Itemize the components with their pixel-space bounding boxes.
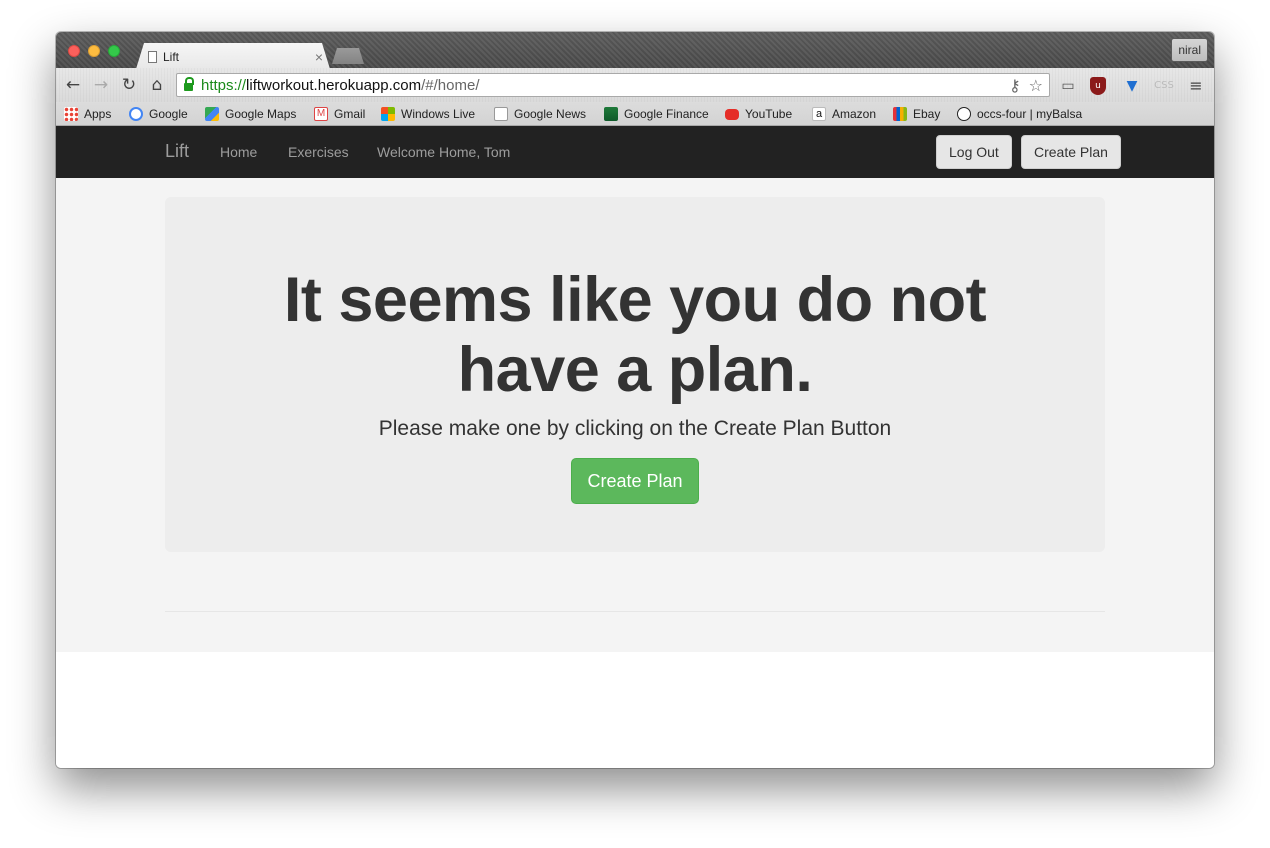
reload-icon[interactable]: ↻ [119, 75, 139, 95]
youtube-icon [725, 108, 739, 120]
page-footer-space [56, 652, 1214, 768]
bookmark-google-news[interactable]: Google News [494, 105, 586, 123]
zoom-window-button[interactable] [108, 45, 120, 57]
no-plan-headline: It seems like you do not have a plan. [283, 265, 987, 405]
url-path: /#/home/ [421, 76, 480, 94]
url-scheme: https:// [201, 76, 247, 94]
google-finance-icon [604, 107, 618, 121]
create-plan-nav-button[interactable]: Create Plan [1021, 135, 1121, 169]
home-icon[interactable]: ⌂ [147, 75, 167, 95]
google-news-icon [494, 107, 508, 121]
menu-icon[interactable]: ≡ [1186, 76, 1206, 96]
url-host: liftworkout.herokuapp.com [246, 76, 422, 94]
nav-link-home[interactable]: Home [220, 144, 257, 160]
smiley-icon [957, 107, 971, 121]
site-navbar: Lift Home Exercises Welcome Home, Tom Lo… [56, 126, 1214, 178]
bookmark-windows-live[interactable]: Windows Live [381, 105, 475, 123]
key-icon[interactable]: ⚷ [1009, 76, 1021, 95]
lock-icon [184, 77, 194, 91]
gmail-icon: M [314, 107, 328, 121]
divider [165, 611, 1105, 612]
bookmark-occs-four[interactable]: occs-four | myBalsa [957, 105, 1089, 123]
log-out-button[interactable]: Log Out [936, 135, 1012, 169]
new-tab-button[interactable] [332, 48, 364, 64]
bookmark-star-icon[interactable]: ☆ [1029, 76, 1043, 95]
close-window-button[interactable] [68, 45, 80, 57]
cast-icon[interactable]: ▭ [1058, 76, 1078, 96]
no-plan-subtext: Please make one by clicking on the Creat… [378, 417, 892, 440]
bookmark-amazon[interactable]: a Amazon [812, 105, 876, 123]
bookmark-youtube[interactable]: YouTube [725, 105, 792, 123]
tab-strip: Lift × niral [56, 32, 1214, 68]
browser-toolbar: ← → ↻ ⌂ https:// liftworkout.herokuapp.c… [56, 68, 1214, 102]
bookmark-gmail[interactable]: M Gmail [314, 105, 365, 123]
nav-link-welcome[interactable]: Welcome Home, Tom [377, 144, 510, 160]
ublock-icon[interactable]: u [1090, 77, 1106, 95]
tab-title: Lift [163, 50, 180, 64]
bookmark-google-maps[interactable]: Google Maps [205, 105, 296, 123]
jumbotron: It seems like you do not have a plan. Pl… [165, 197, 1105, 552]
back-arrow-icon[interactable]: ← [63, 75, 83, 95]
browser-tab-content[interactable]: Lift × [148, 46, 328, 68]
page-icon [148, 51, 157, 63]
google-maps-icon [205, 107, 219, 121]
css-extension-icon[interactable]: CSS [1154, 76, 1174, 96]
forward-arrow-icon[interactable]: → [91, 75, 111, 95]
bookmarks-bar: Apps Google Google Maps M Gmail Windows … [56, 102, 1214, 126]
browser-window: Lift × niral ← → ↻ ⌂ https:// liftworkou… [56, 32, 1214, 768]
page-content: It seems like you do not have a plan. Pl… [56, 178, 1214, 653]
bookmark-ebay[interactable]: Ebay [893, 105, 940, 123]
brand-link[interactable]: Lift [165, 141, 189, 162]
nav-link-exercises[interactable]: Exercises [288, 144, 349, 160]
windows-icon [381, 107, 395, 121]
ebay-icon [893, 107, 907, 121]
create-plan-button[interactable]: Create Plan [571, 458, 699, 504]
shield-extension-icon[interactable]: ▼ [1122, 76, 1142, 96]
google-icon [129, 107, 143, 121]
apps-grid-icon [64, 107, 78, 121]
address-bar[interactable]: https:// liftworkout.herokuapp.com /#/ho… [176, 73, 1050, 97]
tab-close-icon[interactable]: × [312, 49, 326, 65]
bookmark-apps[interactable]: Apps [64, 105, 111, 123]
bookmark-google-finance[interactable]: Google Finance [604, 105, 709, 123]
minimize-window-button[interactable] [88, 45, 100, 57]
amazon-icon: a [812, 107, 826, 121]
bookmark-google[interactable]: Google [129, 105, 188, 123]
profile-button[interactable]: niral [1171, 38, 1208, 62]
